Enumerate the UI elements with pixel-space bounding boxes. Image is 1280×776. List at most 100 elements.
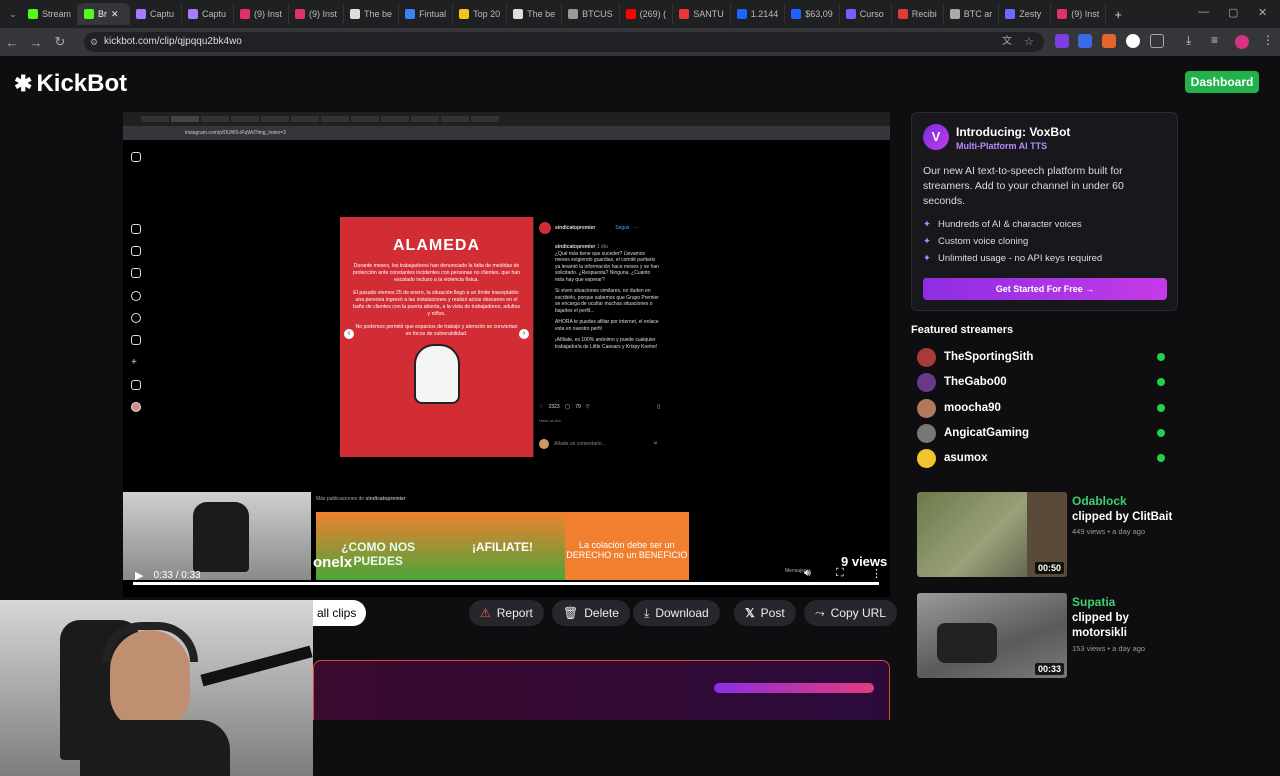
carousel-next-icon: ›: [519, 329, 529, 339]
report-button[interactable]: ⚠ Report: [469, 600, 544, 626]
browser-tab[interactable]: SANTU: [673, 3, 731, 25]
clip-streamer-name[interactable]: onelx: [313, 554, 352, 571]
puzzle-extensions-icon[interactable]: [1150, 34, 1164, 48]
sparkle-icon: ✦: [923, 218, 931, 230]
browser-tab[interactable]: Captu: [182, 3, 235, 25]
carousel-prev-icon: ‹: [344, 329, 354, 339]
browser-tab[interactable]: $63,09: [785, 3, 840, 25]
post-to-x-button[interactable]: 𝕏 Post: [734, 600, 796, 626]
browser-tab[interactable]: (9) Inst: [289, 3, 345, 25]
instagram-sidebar: +: [131, 152, 145, 452]
like-heart-icon: ♡: [539, 404, 544, 410]
kickbot-page: ✱ KickBot Dashboard instagram.com/p/DUWS…: [0, 56, 1280, 776]
site-info-icon[interactable]: ⚙: [90, 32, 98, 52]
more-posts-label: Más publicaciones de sindicatopremier: [316, 496, 406, 502]
trash-icon: 🗑︎: [563, 606, 579, 620]
volume-icon[interactable]: 🔊︎: [804, 567, 811, 580]
feature-item: ✦ Unlimited usage - no API keys required: [923, 253, 1166, 270]
instagram-logo-icon: [131, 152, 141, 162]
promo-title: Introducing: VoxBot: [956, 125, 1071, 139]
browser-tab[interactable]: (269) (: [620, 3, 674, 25]
site-logo[interactable]: ✱ KickBot: [14, 70, 127, 98]
featured-streamer[interactable]: moocha90: [917, 398, 1165, 418]
recorded-address-bar: instagram.com/p/DUWS-iFqWd?img_index=2: [123, 126, 890, 140]
reload-icon[interactable]: ↻: [48, 34, 72, 50]
browser-menu-icon[interactable]: ⋮: [1262, 33, 1274, 47]
browser-tab[interactable]: Curso: [840, 3, 892, 25]
copy-url-button[interactable]: ⤳ Copy URL: [804, 600, 897, 626]
account-avatar: [539, 222, 551, 234]
save-bookmark-icon: ▯: [657, 404, 660, 410]
feature-item: ✦ Custom voice cloning: [923, 236, 1166, 253]
user-avatar: [539, 439, 549, 449]
instagram-post-image: ALAMEDA Durante meses, los trabajadores …: [340, 217, 533, 457]
online-status-dot: [1157, 454, 1165, 462]
maximize-window-icon[interactable]: ▢: [1228, 6, 1238, 19]
play-icon[interactable]: ▶: [135, 569, 143, 582]
clip-thumbnail[interactable]: 00:33: [917, 593, 1067, 678]
delete-button[interactable]: 🗑︎ Delete: [552, 600, 630, 626]
browser-tab-active[interactable]: Br ✕: [78, 3, 131, 25]
online-status-dot: [1157, 378, 1165, 386]
browser-tab[interactable]: 1.2144: [731, 3, 786, 25]
featured-streamer[interactable]: AngicatGaming: [917, 423, 1165, 443]
download-button[interactable]: ⤓ Download: [633, 600, 720, 626]
featured-streamer[interactable]: TheGabo00: [917, 372, 1165, 392]
video-progress-bar[interactable]: [133, 582, 879, 585]
browser-tab[interactable]: Top 20: [453, 3, 508, 25]
extension-icon[interactable]: [1055, 34, 1069, 48]
featured-streamer[interactable]: asumox: [917, 448, 1165, 468]
comment-icon: ◯: [564, 404, 571, 410]
browser-tab[interactable]: (9) Inst: [234, 3, 290, 25]
profile-avatar[interactable]: [1235, 35, 1249, 49]
address-bar[interactable]: ⚙ kickbot.com/clip/qjpqqu2bk4wo 文 ☆: [84, 32, 1044, 52]
featured-streamer[interactable]: TheSportingSith: [917, 347, 1165, 367]
browser-tab[interactable]: BTC ar: [944, 3, 1000, 25]
browser-tab[interactable]: Captu: [130, 3, 183, 25]
view-all-clips-button[interactable]: all clips: [313, 600, 366, 626]
clip-video-player[interactable]: instagram.com/p/DUWS-iFqWd?img_index=2 +…: [123, 112, 890, 597]
tab-search-chevron-icon[interactable]: ⌄: [4, 9, 22, 20]
voxbot-promo-card: V Introducing: VoxBot Multi-Platform AI …: [911, 112, 1178, 311]
clip-card[interactable]: 00:33 Supatia clipped by motorsikli 153 …: [917, 593, 1179, 678]
browser-tab[interactable]: Stream: [22, 3, 79, 25]
clip-streamer-name[interactable]: Odablock: [1072, 494, 1127, 508]
clip-duration: 00:50: [1034, 562, 1064, 574]
clip-card[interactable]: 00:50 Odablock clipped by ClitBait 449 v…: [917, 492, 1179, 577]
browser-tab[interactable]: Recibi: [892, 3, 944, 25]
minimize-window-icon[interactable]: —: [1198, 6, 1209, 18]
browser-tab[interactable]: The be: [507, 3, 563, 25]
back-arrow-icon[interactable]: ←: [0, 35, 24, 50]
close-window-icon[interactable]: ✕: [1258, 6, 1267, 19]
new-tab-plus-icon[interactable]: +: [1114, 7, 1122, 22]
online-status-dot: [1157, 429, 1165, 437]
close-tab-icon[interactable]: ✕: [111, 9, 119, 20]
dashboard-button[interactable]: Dashboard: [1185, 71, 1259, 93]
clip-meta: 153 views • a day ago: [1072, 644, 1146, 653]
browser-tab[interactable]: The be: [344, 3, 400, 25]
clip-thumbnail[interactable]: 00:50: [917, 492, 1067, 577]
reels-icon: [131, 246, 141, 256]
browser-tab[interactable]: (9) Inst: [1051, 3, 1107, 25]
extension-icon[interactable]: [1102, 34, 1116, 48]
browser-tab[interactable]: BTCUS: [562, 3, 620, 25]
reading-list-icon[interactable]: ≡: [1211, 33, 1218, 47]
online-status-dot: [1157, 353, 1165, 361]
bookmark-star-icon[interactable]: ☆: [1024, 32, 1034, 52]
forward-arrow-icon[interactable]: →: [24, 35, 48, 50]
extension-icon[interactable]: [1078, 34, 1092, 48]
browser-tab[interactable]: Fintual: [399, 3, 454, 25]
browser-toolbar: ← → ↻ ⚙ kickbot.com/clip/qjpqqu2bk4wo 文 ☆ ⤓…: [0, 28, 1280, 56]
explore-icon: [131, 313, 141, 323]
clip-streamer-name[interactable]: Supatia: [1072, 595, 1115, 609]
download-icon[interactable]: ⤓: [1186, 33, 1191, 48]
sparkle-icon: ✦: [923, 252, 931, 264]
browser-tab[interactable]: Zesty: [999, 3, 1052, 25]
ublock-icon[interactable]: [1126, 34, 1140, 48]
translate-icon[interactable]: 文: [1002, 32, 1012, 52]
promo-description: Our new AI text-to-speech platform built…: [923, 165, 1124, 208]
avatar: [917, 347, 936, 367]
get-started-button[interactable]: Get Started For Free →: [923, 278, 1167, 300]
voxbot-logo-icon: V: [923, 124, 949, 150]
promo-banner[interactable]: [313, 660, 890, 720]
